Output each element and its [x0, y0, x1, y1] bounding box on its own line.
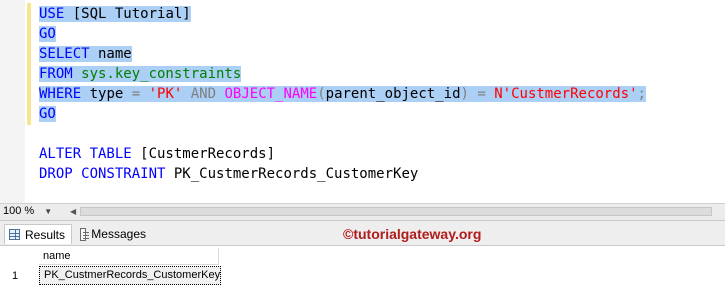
- keyword: FROM: [39, 66, 73, 82]
- watermark: ©tutorialgateway.org: [343, 226, 482, 242]
- query-editor[interactable]: USE [SQL Tutorial] GO SELECT name FROM s…: [0, 0, 725, 203]
- tab-messages[interactable]: Messages: [76, 224, 152, 244]
- keyword: SELECT: [39, 46, 90, 62]
- code-line-3: SELECT name: [39, 44, 646, 64]
- paren: ): [460, 86, 469, 102]
- zoom-bar: 100 % ▼ ◀: [0, 203, 725, 221]
- code-line-2: GO: [39, 24, 646, 44]
- dropdown-arrow-icon[interactable]: ▼: [44, 207, 52, 216]
- keyword: ALTER TABLE: [39, 146, 132, 162]
- code-line-6: GO: [39, 104, 646, 124]
- zoom-dropdown[interactable]: 100 % ▼: [3, 205, 52, 217]
- string-literal: N'CustmerRecords': [494, 86, 638, 102]
- function-name: OBJECT_NAME: [216, 86, 318, 102]
- messages-icon: [80, 227, 90, 241]
- scroll-left-icon[interactable]: ◀: [70, 207, 76, 216]
- code-line-1: USE [SQL Tutorial]: [39, 4, 646, 24]
- operator: =: [131, 86, 141, 102]
- code-line-9: DROP CONSTRAINT PK_CustmerRecords_Custom…: [39, 164, 646, 184]
- string-literal: 'PK': [140, 86, 191, 102]
- keyword: GO: [39, 26, 56, 42]
- operator: AND: [190, 86, 217, 102]
- tab-results[interactable]: Results: [4, 224, 72, 244]
- code-line-8: ALTER TABLE [CustmerRecords]: [39, 144, 646, 164]
- line-gutter: [0, 0, 25, 203]
- system-view: sys.key_constraints: [72, 66, 242, 82]
- results-grid[interactable]: name 1 PK_CustmerRecords_CustomerKey: [0, 246, 725, 301]
- column-name: name: [89, 46, 132, 62]
- identifier: type: [81, 86, 132, 102]
- database-name: [SQL Tutorial]: [64, 6, 191, 22]
- grid-icon: [9, 229, 20, 240]
- keyword: USE: [39, 6, 65, 22]
- keyword: GO: [39, 106, 56, 122]
- identifier: parent_object_id: [325, 86, 461, 102]
- paren: (: [317, 86, 326, 102]
- column-header-name[interactable]: name: [39, 248, 219, 265]
- semicolon: ;: [637, 86, 646, 102]
- code-line-5: WHERE type = 'PK' AND OBJECT_NAME(parent…: [39, 84, 646, 104]
- zoom-value: 100 %: [3, 205, 35, 217]
- result-cell[interactable]: PK_CustmerRecords_CustomerKey: [39, 266, 221, 285]
- keyword: DROP CONSTRAINT: [39, 166, 166, 182]
- sql-code[interactable]: USE [SQL Tutorial] GO SELECT name FROM s…: [39, 4, 646, 184]
- row-number[interactable]: 1: [4, 266, 36, 286]
- operator: =: [468, 86, 495, 102]
- horizontal-scrollbar[interactable]: [80, 207, 712, 216]
- change-tracking-bar: [27, 3, 31, 125]
- keyword: WHERE: [39, 86, 82, 102]
- code-line-4: FROM sys.key_constraints: [39, 64, 646, 84]
- constraint-name: PK_CustmerRecords_CustomerKey: [165, 166, 419, 182]
- tab-messages-label: Messages: [91, 227, 146, 241]
- tab-results-label: Results: [24, 227, 65, 242]
- table-name: [CustmerRecords]: [131, 146, 276, 162]
- results-tab-strip: Results Messages ©tutorialgateway.org: [0, 221, 725, 246]
